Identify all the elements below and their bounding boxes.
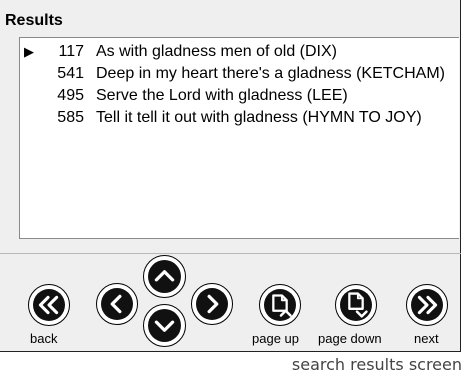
hymn-title: Tell it tell it out with gladness (HYMN … — [96, 109, 422, 126]
list-item[interactable]: 495 Serve the Lord with gladness (LEE) — [20, 85, 459, 107]
page-down-label: page down — [318, 331, 382, 346]
results-list[interactable]: ▶ 117 As with gladness men of old (DIX) … — [19, 37, 459, 239]
hymn-title: Serve the Lord with gladness (LEE) — [96, 87, 348, 104]
hymn-number: 585 — [57, 109, 84, 126]
next-button[interactable] — [406, 284, 448, 326]
page-down-button[interactable] — [335, 284, 377, 326]
screen-caption: search results screen — [291, 355, 462, 374]
page-up-button[interactable] — [259, 284, 301, 326]
next-label: next — [414, 331, 439, 346]
page-up-label: page up — [252, 331, 299, 346]
selection-marker-icon: ▶ — [24, 44, 34, 59]
hymn-number: 541 — [57, 65, 84, 82]
back-label: back — [30, 331, 58, 346]
page-up-icon — [272, 294, 292, 317]
results-heading: Results — [5, 12, 63, 29]
list-item[interactable]: 541 Deep in my heart there's a gladness … — [20, 63, 459, 85]
chevron-down-icon — [154, 320, 175, 332]
hymn-number: 495 — [57, 87, 84, 104]
move-right-button[interactable] — [191, 283, 233, 325]
chevron-left-icon — [110, 294, 122, 314]
page-down-icon — [348, 292, 368, 318]
toolbar-divider — [0, 253, 461, 254]
double-chevron-right-icon — [417, 295, 438, 315]
hymn-title: Deep in my heart there's a gladness (KET… — [96, 65, 445, 82]
hymn-number: 117 — [58, 43, 84, 60]
move-left-button[interactable] — [96, 283, 138, 325]
double-chevron-left-icon — [38, 295, 59, 315]
move-up-button[interactable] — [143, 255, 186, 298]
move-down-button[interactable] — [143, 304, 186, 347]
list-item[interactable]: 585 Tell it tell it out with gladness (H… — [20, 107, 459, 129]
chevron-right-icon — [207, 294, 219, 314]
hymn-title: As with gladness men of old (DIX) — [96, 43, 337, 60]
chevron-up-icon — [154, 270, 175, 282]
search-results-panel: Results ▶ 117 As with gladness men of ol… — [0, 0, 461, 352]
list-item[interactable]: ▶ 117 As with gladness men of old (DIX) — [20, 41, 459, 63]
back-button[interactable] — [28, 284, 70, 326]
